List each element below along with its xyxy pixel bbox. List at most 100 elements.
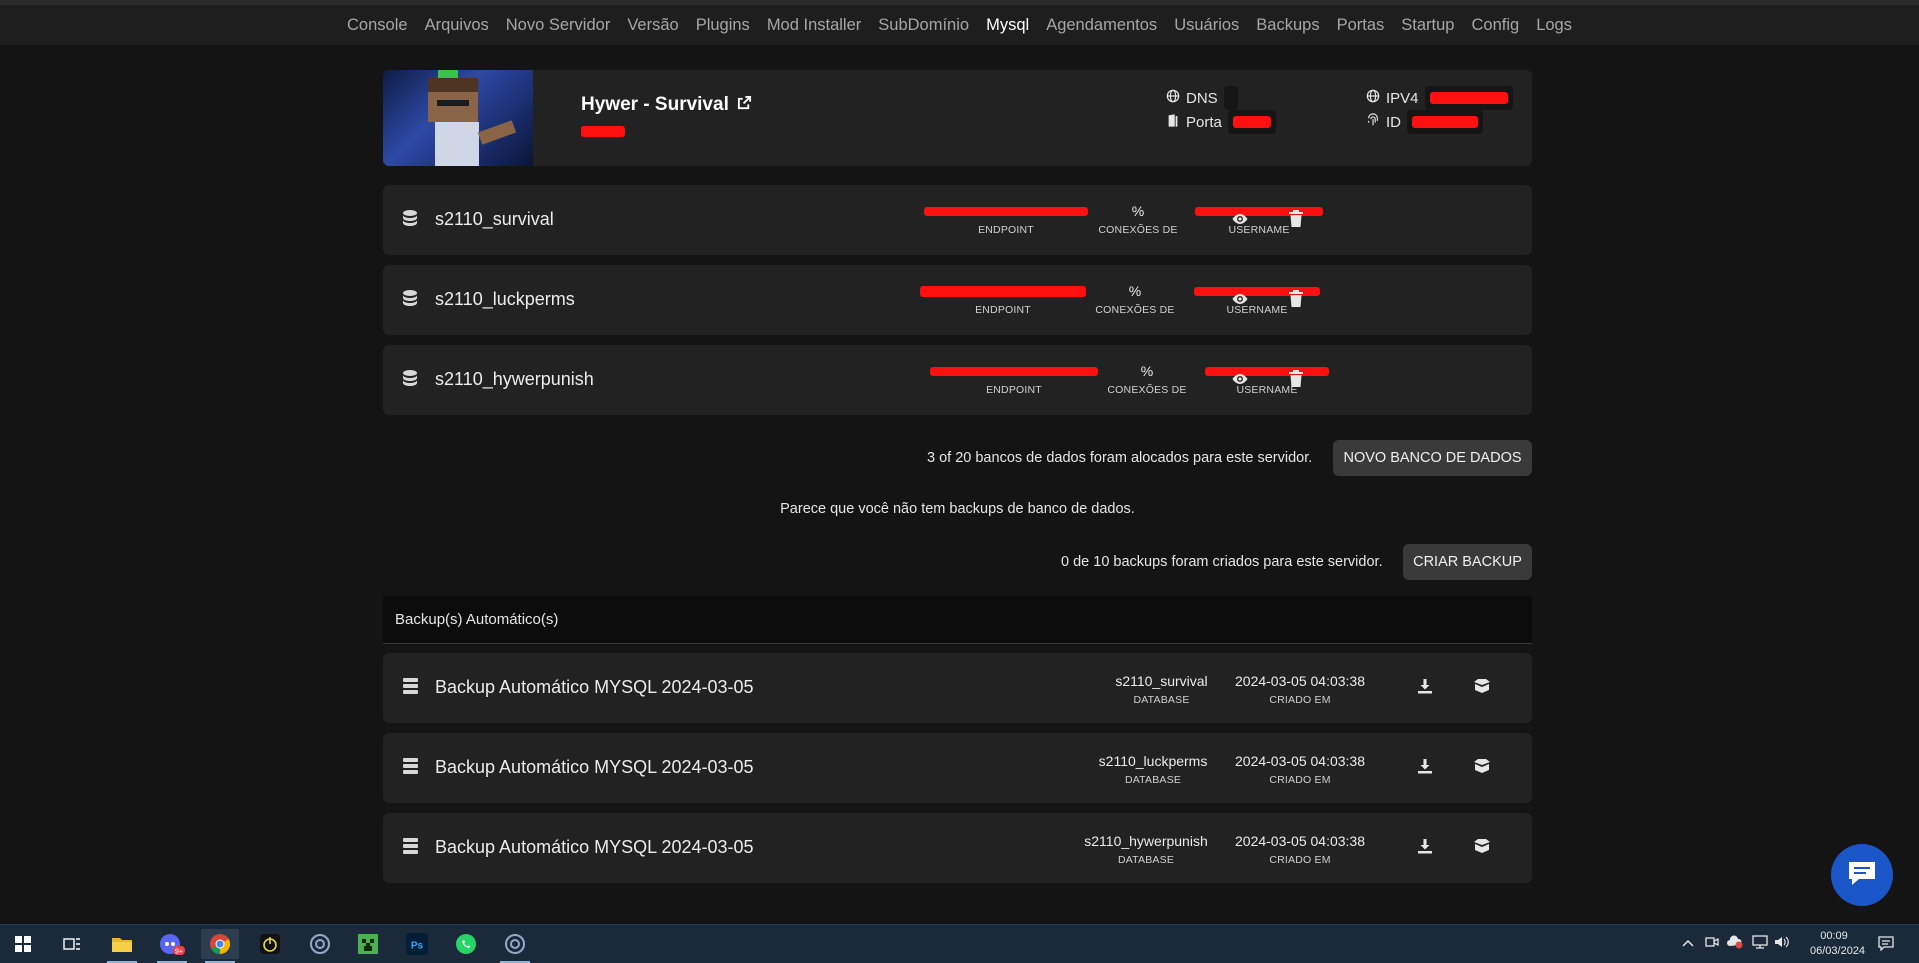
- globe-icon: [1366, 89, 1380, 107]
- chevron-up-icon[interactable]: [1682, 936, 1694, 954]
- view-eye-icon[interactable]: [1231, 210, 1251, 230]
- created-value: 2024-03-05 04:03:38: [1235, 833, 1365, 849]
- connections-column: % CONEXÕES DE: [1107, 362, 1187, 396]
- nav-versao[interactable]: Versão: [627, 16, 678, 35]
- nav-plugins[interactable]: Plugins: [696, 16, 750, 35]
- database-label: DATABASE: [1133, 694, 1190, 706]
- photoshop-icon[interactable]: Ps: [398, 929, 436, 959]
- download-icon[interactable]: [1417, 678, 1437, 698]
- endpoint-column: ENDPOINT: [923, 202, 1089, 236]
- chrome-icon[interactable]: [201, 929, 239, 963]
- external-link-icon[interactable]: [737, 94, 752, 116]
- file-explorer-icon[interactable]: [103, 929, 141, 963]
- nav-logs[interactable]: Logs: [1536, 16, 1572, 35]
- network-icon[interactable]: [1752, 935, 1768, 954]
- whatsapp-icon[interactable]: [447, 929, 485, 959]
- ipv4-value-redacted[interactable]: [1424, 86, 1513, 110]
- taskbar-clock[interactable]: 00:09 06/03/2024: [1810, 929, 1865, 959]
- endpoint-label: ENDPOINT: [978, 224, 1034, 236]
- databases-summary: 3 of 20 bancos de dados foram alocados p…: [927, 450, 1313, 466]
- endpoint-value-redacted[interactable]: [930, 366, 1098, 376]
- nav-startup[interactable]: Startup: [1401, 16, 1454, 35]
- globe-icon: [1166, 89, 1180, 107]
- no-backups-message: Parece que você não tem backups de banco…: [780, 501, 1135, 517]
- dns-value-redacted[interactable]: [1223, 86, 1238, 110]
- nav-config[interactable]: Config: [1471, 16, 1519, 35]
- meet-now-icon[interactable]: [1705, 935, 1719, 954]
- connections-label: CONEXÕES DE: [1107, 384, 1187, 396]
- nav-agendamentos[interactable]: Agendamentos: [1046, 16, 1157, 35]
- nav-arquivos[interactable]: Arquivos: [425, 16, 489, 35]
- nav-mysql[interactable]: Mysql: [986, 16, 1029, 35]
- view-eye-icon[interactable]: [1231, 290, 1251, 310]
- browser-circle-icon[interactable]: [301, 929, 339, 959]
- nav-portas[interactable]: Portas: [1337, 16, 1385, 35]
- dns-info: DNS: [1166, 86, 1238, 110]
- new-database-button[interactable]: NOVO BANCO DE DADOS: [1333, 440, 1532, 476]
- download-icon[interactable]: [1417, 838, 1437, 858]
- clock-time: 00:09: [1820, 930, 1848, 942]
- server-avatar: [383, 70, 533, 166]
- username-column: USERNAME: [1199, 362, 1335, 396]
- database-icon: [403, 210, 417, 233]
- port-value-redacted[interactable]: [1227, 110, 1276, 134]
- created-value: 2024-03-05 04:03:38: [1235, 753, 1365, 769]
- nav-mod-installer[interactable]: Mod Installer: [767, 16, 861, 35]
- volume-icon[interactable]: [1774, 935, 1790, 954]
- connections-label: CONEXÕES DE: [1098, 224, 1178, 236]
- power-app-icon[interactable]: [251, 929, 289, 959]
- auto-backups-header: Backup(s) Automático(s): [383, 596, 1532, 644]
- auto-backup-name: Backup Automático MYSQL 2024-03-05: [435, 677, 754, 697]
- delete-trash-icon[interactable]: [1288, 370, 1308, 390]
- server-info-card: Hywer - Survival DNS Porta IPV4 ID: [383, 70, 1532, 166]
- windows-start-icon[interactable]: [4, 929, 42, 959]
- auto-backup-name: Backup Automático MYSQL 2024-03-05: [435, 757, 754, 777]
- delete-trash-icon[interactable]: [1288, 210, 1308, 230]
- connections-label: CONEXÕES DE: [1095, 304, 1175, 316]
- fingerprint-icon: [1366, 113, 1380, 131]
- database-value: s2110_survival: [1115, 673, 1208, 689]
- restore-box-icon[interactable]: [1473, 838, 1493, 858]
- database-row: s2110_luckperms ENDPOINT % CONEXÕES DE U…: [383, 265, 1532, 335]
- nav-subdominio[interactable]: SubDomínio: [878, 16, 969, 35]
- restore-box-icon[interactable]: [1473, 678, 1493, 698]
- endpoint-column: ENDPOINT: [920, 282, 1086, 316]
- nav-console[interactable]: Console: [347, 16, 408, 35]
- endpoint-value-redacted[interactable]: [920, 285, 1086, 297]
- server-name: Hywer - Survival: [581, 94, 752, 116]
- created-label: CRIADO EM: [1269, 694, 1331, 706]
- username-value-redacted[interactable]: [1205, 366, 1329, 376]
- nav-usuarios[interactable]: Usuários: [1174, 16, 1239, 35]
- notifications-icon[interactable]: [1878, 935, 1894, 956]
- created-value: 2024-03-05 04:03:38: [1235, 673, 1365, 689]
- database-row: s2110_hywerpunish ENDPOINT % CONEXÕES DE…: [383, 345, 1532, 415]
- view-eye-icon[interactable]: [1231, 370, 1251, 390]
- create-backup-button[interactable]: CRIAR BACKUP: [1403, 544, 1532, 580]
- database-icon: [403, 290, 417, 313]
- ipv4-label: IPV4: [1386, 89, 1419, 107]
- minecraft-creeper-icon[interactable]: [349, 929, 387, 959]
- database-column: s2110_survival DATABASE: [1099, 672, 1224, 706]
- task-view-icon[interactable]: [53, 929, 91, 959]
- download-icon[interactable]: [1417, 758, 1437, 778]
- nav-backups[interactable]: Backups: [1256, 16, 1319, 35]
- nav-novo-servidor[interactable]: Novo Servidor: [506, 16, 611, 35]
- windows-taskbar: 9+ Ps 00:09 06/03/2024: [0, 924, 1919, 963]
- door-icon: [1166, 113, 1180, 132]
- database-name: s2110_hywerpunish: [435, 369, 594, 389]
- browser-circle-icon[interactable]: [496, 929, 534, 963]
- chat-support-button[interactable]: [1831, 844, 1893, 906]
- database-column: s2110_luckperms DATABASE: [1082, 752, 1224, 786]
- endpoint-value-redacted[interactable]: [924, 206, 1088, 216]
- delete-trash-icon[interactable]: [1288, 290, 1308, 310]
- database-column: s2110_hywerpunish DATABASE: [1066, 832, 1226, 866]
- server-name-text: Hywer - Survival: [581, 94, 729, 115]
- connections-value: %: [1128, 283, 1142, 299]
- auto-backup-row: Backup Automático MYSQL 2024-03-05 s2110…: [383, 813, 1532, 883]
- cloud-error-icon[interactable]: [1726, 935, 1744, 954]
- discord-icon[interactable]: 9+: [153, 929, 191, 963]
- id-value-redacted[interactable]: [1407, 110, 1483, 134]
- created-label: CRIADO EM: [1269, 774, 1331, 786]
- list-icon: [403, 678, 418, 699]
- restore-box-icon[interactable]: [1473, 758, 1493, 778]
